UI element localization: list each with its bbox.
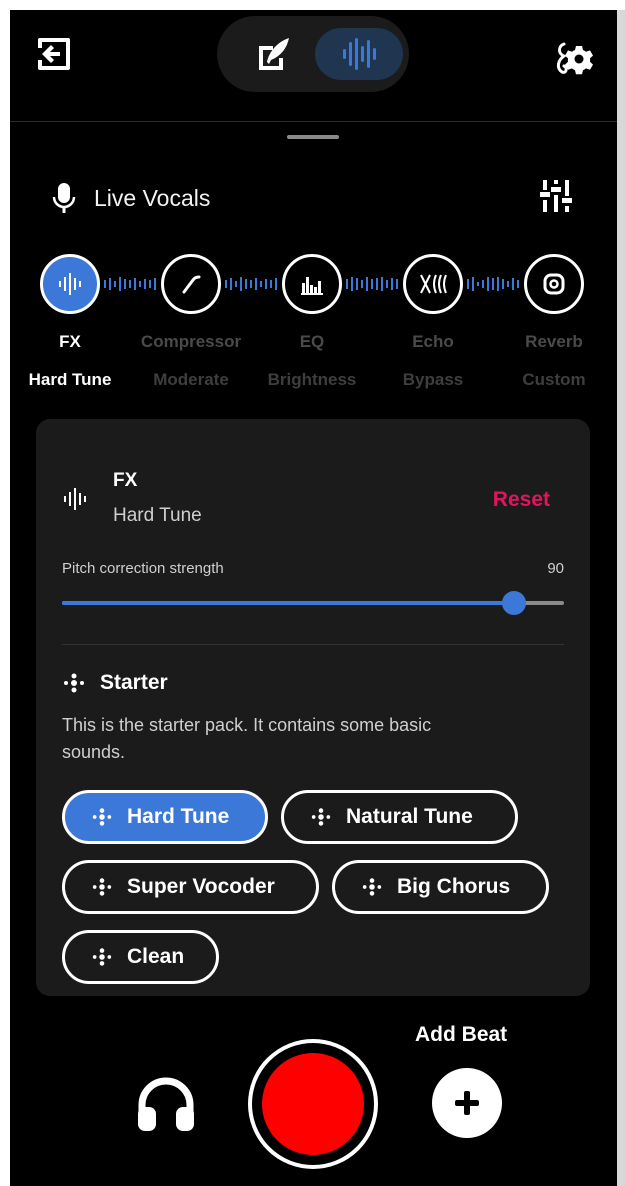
preset-label: Clean	[127, 945, 185, 968]
effect-title: FX	[113, 470, 138, 491]
effect-settings-card: FX Hard Tune Reset Pitch correction stre…	[36, 419, 590, 996]
add-beat-label: Add Beat	[415, 1023, 508, 1046]
plus-icon	[455, 1091, 479, 1115]
audio-mode-button[interactable]	[315, 28, 403, 80]
record-button[interactable]	[248, 1039, 378, 1169]
app-screen: Live Vocals FX Hard Tune Compressor Mode…	[10, 10, 617, 1186]
lyrics-mode-button[interactable]	[235, 28, 311, 80]
exit-icon[interactable]	[34, 34, 74, 74]
preset-label: Super Vocoder	[127, 875, 275, 898]
waveform-icon	[64, 488, 86, 510]
param-label: Pitch correction strength	[62, 560, 224, 577]
chain-sublabel: Bypass	[402, 370, 464, 389]
chain-label: FX	[59, 332, 81, 351]
mixer-sliders-icon[interactable]	[538, 178, 574, 214]
slider-thumb[interactable]	[501, 591, 526, 615]
chain-connector	[225, 277, 277, 291]
chain-connector	[346, 277, 398, 291]
preset-clean[interactable]: Clean	[62, 930, 219, 984]
echo-icon	[420, 274, 447, 294]
preset-hard-tune[interactable]: Hard Tune	[62, 790, 268, 844]
divider	[62, 644, 564, 645]
add-beat-button[interactable]	[432, 1068, 502, 1138]
preset-big-chorus[interactable]: Big Chorus	[332, 860, 549, 914]
chain-label: Echo	[412, 332, 454, 351]
preset-label: Natural Tune	[346, 805, 473, 828]
compressor-curve-icon	[182, 275, 201, 294]
chain-sublabel: Brightness	[267, 370, 357, 389]
chain-node-compressor[interactable]	[161, 254, 221, 314]
sparkle-icon	[311, 808, 331, 826]
preset-natural-tune[interactable]: Natural Tune	[281, 790, 518, 844]
scrollbar[interactable]	[617, 10, 625, 1186]
pitch-correction-slider[interactable]	[62, 591, 564, 615]
effects-chain: FX Hard Tune Compressor Moderate EQ Brig…	[10, 254, 617, 404]
sparkle-icon	[92, 808, 112, 826]
waveform-icon	[343, 38, 376, 70]
chain-node-echo[interactable]	[403, 254, 463, 314]
pack-description: This is the starter pack. It contains so…	[62, 715, 432, 762]
chain-sublabel: Hard Tune	[28, 370, 112, 389]
chain-node-eq[interactable]	[282, 254, 342, 314]
preset-label: Hard Tune	[127, 805, 230, 828]
chain-label: Reverb	[525, 332, 583, 351]
pack-header: Starter	[62, 671, 168, 695]
equalizer-icon	[301, 277, 323, 295]
reverb-icon	[543, 273, 565, 295]
chain-node-fx[interactable]	[40, 254, 100, 314]
preset-label: Big Chorus	[397, 875, 511, 898]
drag-handle[interactable]	[287, 135, 339, 139]
music-settings-icon[interactable]	[550, 38, 594, 78]
live-vocals-header: Live Vocals	[50, 178, 210, 218]
sparkle-icon	[362, 878, 382, 896]
sparkle-icon	[92, 878, 112, 896]
chain-sublabel: Moderate	[153, 370, 229, 389]
slider-fill	[62, 601, 514, 605]
record-dot	[262, 1053, 364, 1155]
chain-sublabel: Custom	[522, 370, 586, 389]
chain-connector	[467, 277, 519, 291]
chain-label: EQ	[299, 332, 325, 351]
mode-toggle	[217, 16, 409, 92]
quill-edit-icon	[259, 38, 289, 70]
pack-title: Starter	[100, 671, 168, 694]
effect-preset-name: Hard Tune	[113, 505, 202, 526]
chain-label: Compressor	[140, 332, 242, 351]
sparkle-icon	[64, 673, 84, 693]
chain-node-reverb[interactable]	[524, 254, 584, 314]
reset-button[interactable]: Reset	[493, 488, 550, 512]
microphone-icon	[52, 183, 76, 213]
live-vocals-title: Live Vocals	[94, 184, 211, 211]
preset-super-vocoder[interactable]: Super Vocoder	[62, 860, 319, 914]
chain-connector	[104, 277, 156, 291]
headphones-icon[interactable]	[134, 1073, 198, 1133]
param-value: 90	[547, 560, 564, 577]
waveform-icon	[59, 273, 81, 295]
top-bar	[10, 10, 617, 122]
sparkle-icon	[92, 948, 112, 966]
